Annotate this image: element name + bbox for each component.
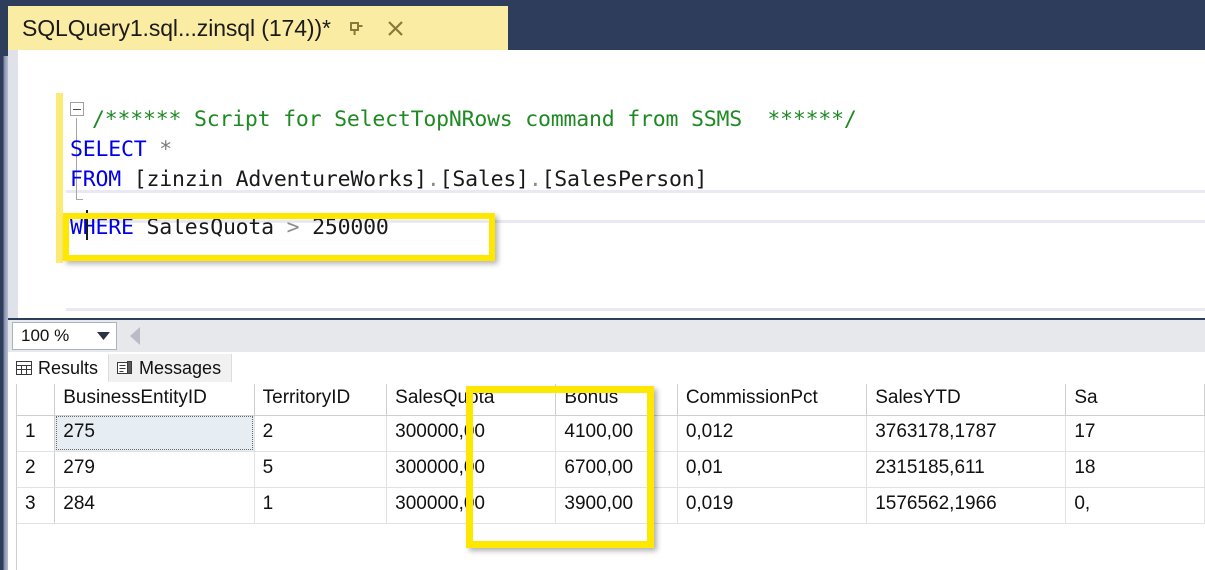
grid-left-gutter [8,384,17,570]
ssms-window: SQLQuery1.sql...zinsql (174))* /****** S… [0,0,1205,570]
cell-SalesYTD[interactable]: 1576562,1966 [866,487,1067,524]
cell-rownum[interactable]: 1 [17,415,56,452]
cell-Bonus[interactable]: 3900,00 [555,487,678,524]
cell-Bonus[interactable]: 6700,00 [555,451,678,488]
column-header-BusinessEntityID[interactable]: BusinessEntityID [54,384,255,416]
column-header-SalesYTD[interactable]: SalesYTD [866,384,1067,416]
zoom-level-dropdown[interactable]: 100 % [12,322,117,350]
left-edge-rail [0,56,8,570]
cell-SalesQuota[interactable]: 300000,00 [386,487,557,524]
cell-SalesQuota[interactable]: 300000,00 [386,415,557,452]
cell-BusinessEntityID[interactable]: 279 [54,451,255,488]
cell-SalesLastYear[interactable]: 17 [1065,415,1205,452]
message-icon [117,361,133,375]
results-pane: Results Messages BusinessEntityID Territ… [8,352,1205,570]
table-header-row: BusinessEntityID TerritoryID SalesQuota Bon… [17,384,1205,416]
column-header-Bonus[interactable]: Bonus [555,384,678,416]
table-row[interactable]: 1 275 2 300000,00 4100,00 0,012 3763178,1787 17 [17,415,1205,452]
zoom-level-value: 100 % [21,326,70,345]
cell-CommissionPct[interactable]: 0,01 [677,451,868,488]
sql-code-editor[interactable]: /****** Script for SelectTopNRows comman… [8,50,1205,318]
results-grid[interactable]: BusinessEntityID TerritoryID SalesQuota Bon… [8,384,1205,570]
collapse-minus-icon[interactable] [70,102,84,116]
column-header-SalesQuota[interactable]: SalesQuota [386,384,557,416]
grid-icon [16,361,32,375]
code-line: SELECT * [70,137,172,162]
editor-selection-margin [8,50,18,318]
document-tab-sqlquery1[interactable]: SQLQuery1.sql...zinsql (174))* [8,6,508,50]
cell-SalesLastYear[interactable]: 18 [1065,451,1205,488]
editor-rule-line [66,308,1205,311]
cell-SalesYTD[interactable]: 2315185,611 [866,451,1067,488]
editor-change-bar-lower [56,218,63,263]
code-line: /****** Script for SelectTopNRows comman… [92,107,857,132]
editor-change-bar [56,93,63,218]
tab-results-label: Results [38,357,99,378]
tab-results[interactable]: Results [8,354,109,382]
document-tab-title: SQLQuery1.sql...zinsql (174))* [22,14,331,41]
fold-guide-tick [76,199,83,200]
cell-TerritoryID[interactable]: 5 [254,451,388,488]
column-header-CommissionPct[interactable]: CommissionPct [677,384,868,416]
column-header-SalesLastYear[interactable]: Sa [1065,384,1205,416]
close-icon[interactable] [381,13,411,43]
table-row[interactable]: 2 279 5 300000,00 6700,00 0,01 2315185,611 18 [17,451,1205,488]
tab-messages[interactable]: Messages [108,354,233,382]
nav-left-arrow-icon[interactable] [130,327,140,345]
cell-Bonus[interactable]: 4100,00 [555,415,678,452]
chevron-down-icon[interactable] [90,331,116,341]
results-table: BusinessEntityID TerritoryID SalesQuota Bon… [17,384,1205,524]
code-line: FROM [zinzin AdventureWorks].[Sales].[Sa… [70,167,708,192]
column-header-TerritoryID[interactable]: TerritoryID [254,384,388,416]
cell-TerritoryID[interactable]: 2 [254,415,388,452]
column-header-rownum [17,384,56,416]
cell-SalesYTD[interactable]: 3763178,1787 [866,415,1067,452]
results-tab-strip: Results Messages [8,352,1205,382]
table-row[interactable]: 3 284 1 300000,00 3900,00 0,019 1576562,1966 0, [17,487,1205,524]
text-caret [86,210,88,240]
cell-BusinessEntityID[interactable]: 275 [54,415,255,452]
cell-CommissionPct[interactable]: 0,012 [677,415,868,452]
tab-messages-label: Messages [139,357,222,378]
editor-zoom-bar: 100 % [8,320,1205,352]
pin-icon[interactable] [341,13,371,43]
cell-CommissionPct[interactable]: 0,019 [677,487,868,524]
code-line: WHERE SalesQuota > 250000 [70,215,389,240]
cell-BusinessEntityID[interactable]: 284 [54,487,255,524]
cell-SalesQuota[interactable]: 300000,00 [386,451,557,488]
cell-rownum[interactable]: 3 [17,487,56,524]
cell-SalesLastYear[interactable]: 0, [1065,487,1205,524]
cell-rownum[interactable]: 2 [17,451,56,488]
document-tab-strip: SQLQuery1.sql...zinsql (174))* [0,0,1205,56]
cell-TerritoryID[interactable]: 1 [254,487,388,524]
